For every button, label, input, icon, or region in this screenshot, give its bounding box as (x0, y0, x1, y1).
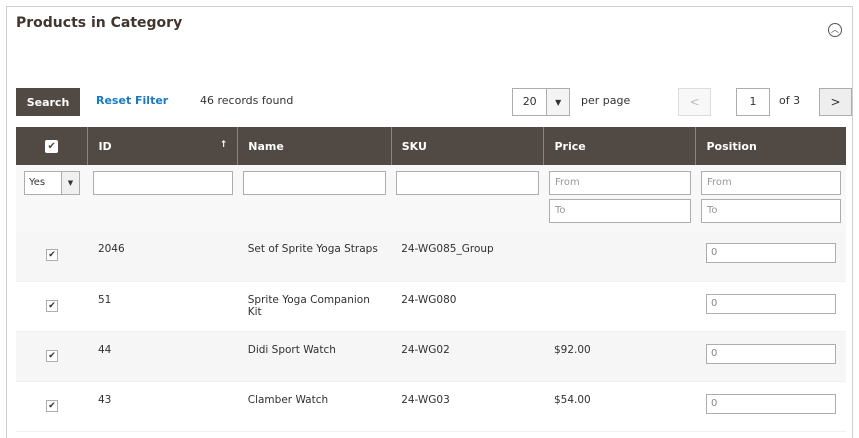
name-filter-input[interactable] (242, 171, 387, 195)
cell-position: 0 (695, 281, 846, 332)
checkbox-checked-icon[interactable]: ✔ (45, 140, 59, 153)
cell-price (543, 281, 696, 332)
table-row: ✔ 43 Clamber Watch 24-WG03 $54.00 0 (16, 381, 846, 432)
table-row: ✔ 51 Sprite Yoga Companion Kit 24-WG080 … (16, 281, 846, 332)
select-all-header[interactable]: ✔ (16, 127, 89, 165)
grid-toolbar: Search Reset Filter 46 records found 20 … (16, 88, 852, 116)
records-found: 46 records found (200, 94, 294, 107)
per-page-select[interactable]: 20 ▼ (512, 88, 570, 116)
table-row: ✔ 2046 Set of Sprite Yoga Straps 24-WG08… (16, 231, 846, 282)
per-page-label: per page (581, 94, 631, 107)
cell-id: 44 (87, 331, 238, 382)
products-grid: ✔ ID ↑ Name SKU Price Position Yes ▼ Fro… (16, 127, 846, 432)
cell-name: Sprite Yoga Companion Kit (237, 281, 392, 332)
position-filter-cell: From To (695, 165, 846, 231)
position-from-input[interactable]: From (700, 171, 841, 195)
cell-id: 43 (87, 381, 238, 432)
cell-sku: 24-WG080 (391, 281, 544, 332)
chevron-down-icon[interactable]: ▼ (546, 89, 569, 115)
sort-ascending-icon: ↑ (219, 139, 228, 150)
column-header-sku[interactable]: SKU (391, 127, 545, 165)
cell-price: $54.00 (543, 381, 696, 432)
table-row: ✔ 44 Didi Sport Watch 24-WG02 $92.00 0 (16, 331, 846, 382)
cell-name: Clamber Watch (237, 381, 392, 432)
row-checkbox[interactable]: ✔ (45, 399, 58, 412)
price-from-input[interactable]: From (548, 171, 691, 195)
position-input[interactable]: 0 (705, 343, 836, 364)
current-page-input[interactable]: 1 (736, 88, 770, 116)
cell-name: Set of Sprite Yoga Straps (237, 231, 392, 282)
search-button[interactable]: Search (16, 88, 80, 116)
grid-header-row: ✔ ID ↑ Name SKU Price Position (16, 127, 846, 165)
cell-position: 0 (695, 231, 846, 282)
row-select-cell: ✔ (16, 331, 88, 382)
page-count: of 3 (779, 94, 801, 107)
in-category-filter[interactable]: Yes ▼ (24, 171, 80, 195)
row-checkbox[interactable]: ✔ (45, 299, 58, 312)
id-filter-cell (87, 165, 238, 231)
position-to-input[interactable]: To (700, 199, 841, 223)
price-filter-cell: From To (543, 165, 696, 231)
cell-sku: 24-WG02 (391, 331, 544, 382)
column-header-name[interactable]: Name (237, 127, 392, 165)
name-filter-cell (237, 165, 392, 231)
row-checkbox[interactable]: ✔ (45, 349, 58, 362)
collapse-icon[interactable]: ︿ (828, 23, 842, 37)
section-title: Products in Category (16, 15, 183, 31)
position-input[interactable]: 0 (705, 393, 836, 414)
id-filter-input[interactable] (92, 171, 233, 195)
cell-price (543, 231, 696, 282)
position-input[interactable]: 0 (705, 243, 836, 263)
cell-name: Didi Sport Watch (237, 331, 392, 382)
position-input[interactable]: 0 (705, 293, 836, 314)
next-page-button[interactable]: > (819, 88, 852, 116)
sku-filter-input[interactable] (396, 171, 539, 195)
row-select-cell: ✔ (16, 231, 88, 282)
row-checkbox[interactable]: ✔ (45, 249, 58, 261)
cell-id: 51 (87, 281, 238, 332)
cell-id: 2046 (87, 231, 238, 282)
cell-sku: 24-WG03 (391, 381, 544, 432)
column-header-position[interactable]: Position (695, 127, 846, 165)
cell-sku: 24-WG085_Group (391, 231, 544, 282)
row-select-cell: ✔ (16, 381, 88, 432)
chevron-down-icon[interactable]: ▼ (61, 172, 79, 194)
column-header-price[interactable]: Price (543, 127, 697, 165)
previous-page-button[interactable]: < (678, 88, 711, 116)
cell-position: 0 (695, 381, 846, 432)
sku-filter-cell (391, 165, 544, 231)
reset-filter-link[interactable]: Reset Filter (96, 94, 168, 107)
per-page-value: 20 (522, 95, 537, 108)
in-category-filter-value: Yes (29, 177, 46, 188)
cell-price: $92.00 (543, 331, 696, 382)
in-category-filter-cell: Yes ▼ (16, 165, 88, 231)
column-header-id[interactable]: ID ↑ (87, 127, 239, 165)
price-to-input[interactable]: To (548, 199, 691, 223)
row-select-cell: ✔ (16, 281, 88, 332)
column-id-label: ID (98, 139, 112, 153)
cell-position: 0 (695, 331, 846, 382)
filter-row: Yes ▼ From To From To (16, 165, 846, 231)
